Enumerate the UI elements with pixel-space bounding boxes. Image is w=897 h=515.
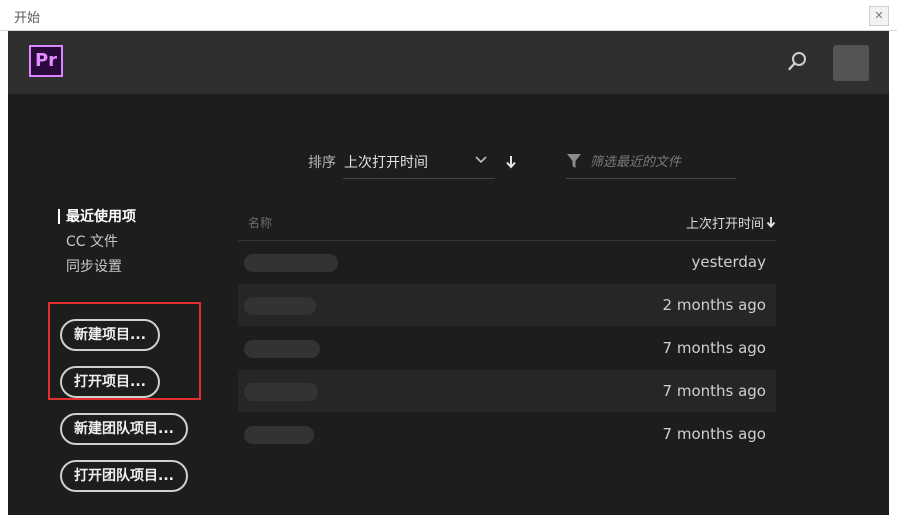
- app-header: Pr: [8, 31, 889, 94]
- table-row[interactable]: 7 months ago: [238, 327, 776, 370]
- start-screen: Pr 排序 上次打开时间 最近使用项 CC 文件 同步设置 新建项目... 打开…: [8, 31, 889, 515]
- filter-input[interactable]: [590, 152, 730, 172]
- column-name[interactable]: 名称: [248, 214, 272, 231]
- sidebar-item-cc-files[interactable]: CC 文件: [58, 232, 136, 257]
- last-opened: 7 months ago: [662, 382, 766, 400]
- open-team-project-button[interactable]: 打开团队项目...: [60, 460, 188, 492]
- filter-icon: [567, 154, 581, 168]
- sort-arrow-icon: [766, 217, 776, 228]
- table-row[interactable]: 7 months ago: [238, 413, 776, 456]
- window-titlebar: 开始 ✕: [0, 0, 897, 31]
- sidebar-item-sync-settings[interactable]: 同步设置: [58, 257, 136, 282]
- blurred-file-name: [244, 383, 318, 401]
- blurred-file-name: [244, 340, 320, 358]
- table-row[interactable]: yesterday: [238, 241, 776, 284]
- chevron-down-icon: [475, 156, 487, 164]
- table-row[interactable]: 2 months ago: [238, 284, 776, 327]
- last-opened: 7 months ago: [662, 425, 766, 443]
- sort-dropdown[interactable]: 上次打开时间: [343, 145, 495, 179]
- column-last-opened-label: 上次打开时间: [685, 217, 764, 232]
- table-row[interactable]: 7 months ago: [238, 370, 776, 413]
- blurred-file-name: [244, 254, 338, 272]
- sort-label: 排序: [308, 155, 336, 171]
- avatar[interactable]: [833, 45, 869, 81]
- last-opened: yesterday: [691, 253, 766, 271]
- window-edge: [889, 31, 897, 515]
- last-opened: 2 months ago: [662, 296, 766, 314]
- sidebar-nav: 最近使用项 CC 文件 同步设置: [58, 207, 136, 282]
- sort-value: 上次打开时间: [344, 155, 428, 171]
- recent-files-table: 名称 上次打开时间 yesterday 2 months ago 7 month…: [238, 203, 776, 456]
- window-title: 开始: [14, 11, 41, 26]
- blurred-file-name: [244, 426, 314, 444]
- premiere-logo: Pr: [29, 45, 63, 77]
- sort-direction-icon[interactable]: [505, 155, 517, 169]
- highlight-box: [48, 302, 201, 400]
- sidebar-item-recent[interactable]: 最近使用项: [58, 207, 136, 232]
- last-opened: 7 months ago: [662, 339, 766, 357]
- close-button[interactable]: ✕: [869, 6, 889, 26]
- filter-field: [566, 146, 736, 179]
- search-icon[interactable]: [787, 50, 809, 72]
- blurred-file-name: [244, 297, 316, 315]
- column-last-opened[interactable]: 上次打开时间: [686, 213, 776, 232]
- new-team-project-button[interactable]: 新建团队项目...: [60, 413, 188, 445]
- table-header: 名称 上次打开时间: [238, 203, 776, 241]
